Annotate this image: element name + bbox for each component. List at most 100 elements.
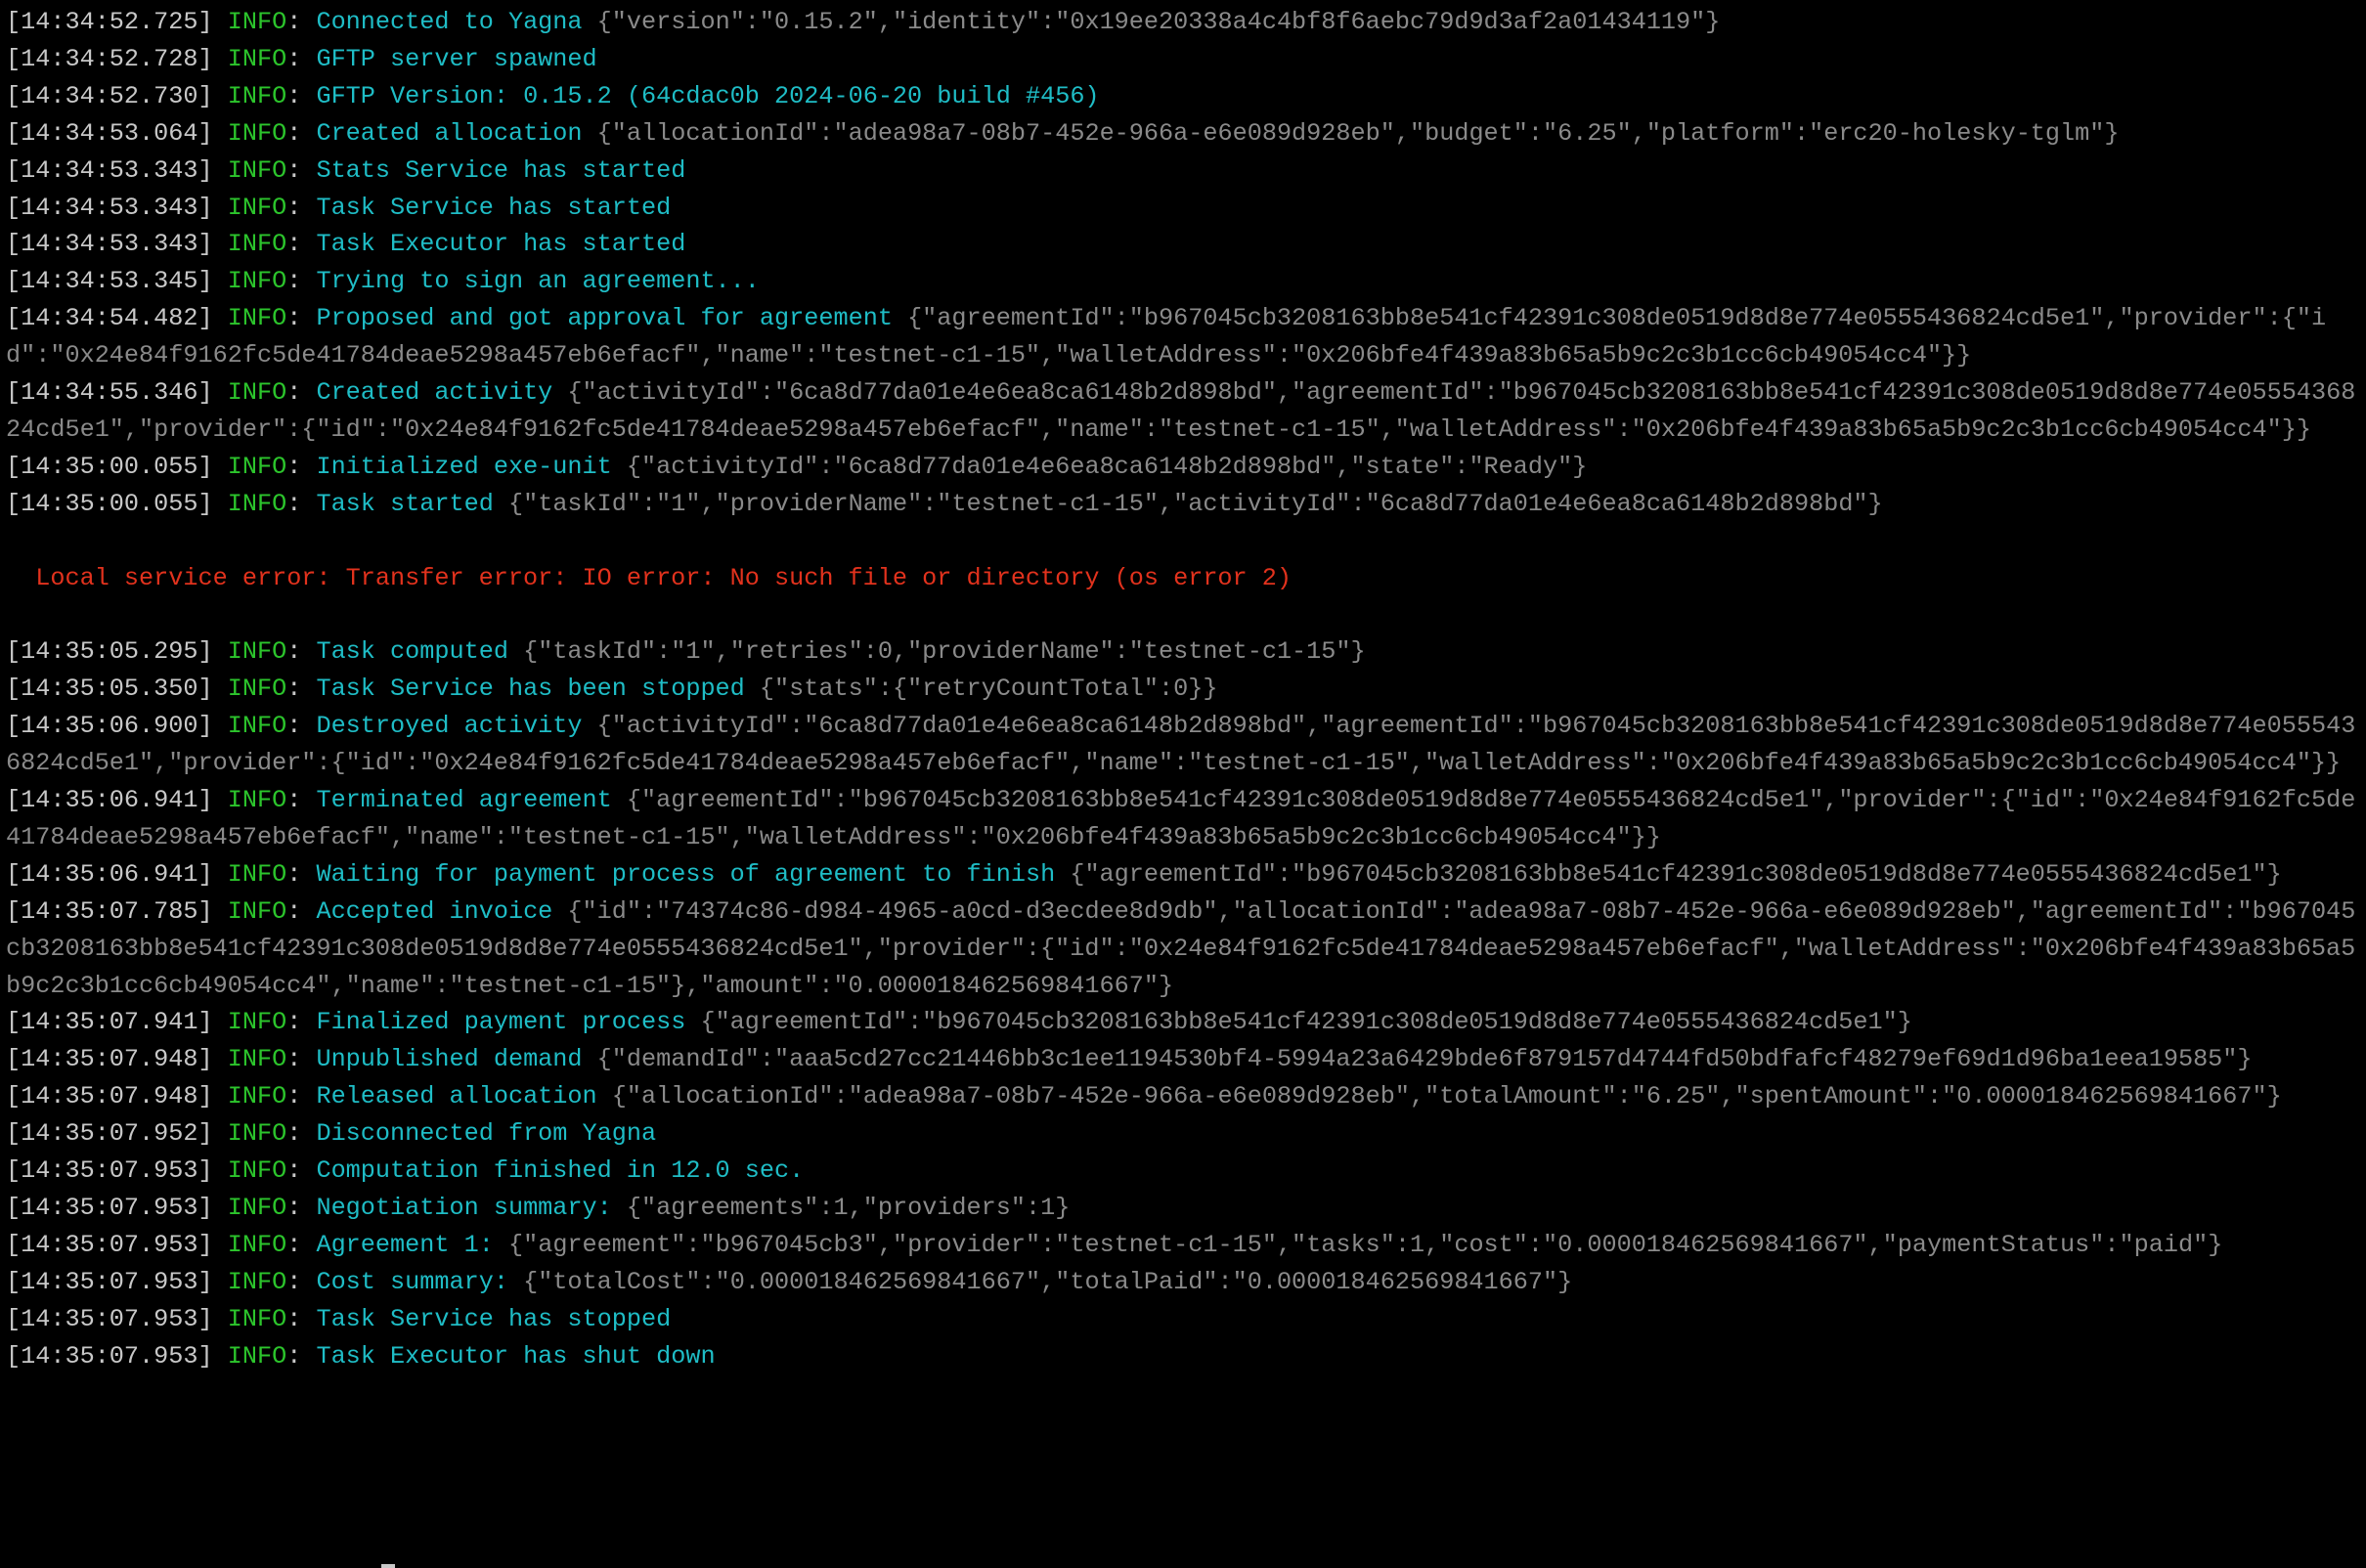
log-level: INFO xyxy=(227,489,287,518)
log-level: INFO xyxy=(227,1341,287,1371)
separator xyxy=(213,1156,228,1185)
separator xyxy=(213,1231,228,1259)
log-line: [14:34:53.343] INFO: Stats Service has s… xyxy=(6,152,2362,190)
log-json-payload: {"stats":{"retryCountTotal":0}} xyxy=(759,675,1218,704)
log-line: [14:35:07.953] INFO: Computation finishe… xyxy=(6,1153,2362,1190)
separator xyxy=(583,712,597,740)
log-line: [14:35:07.952] INFO: Disconnected from Y… xyxy=(6,1115,2362,1153)
separator xyxy=(213,8,228,36)
log-json-payload: {"agreement":"b967045cb3","provider":"te… xyxy=(507,1230,2223,1259)
log-line: [14:34:52.728] INFO: GFTP server spawned xyxy=(6,41,2362,78)
log-timestamp: [14:35:06.941] xyxy=(6,786,213,814)
log-timestamp: [14:35:06.941] xyxy=(6,859,213,889)
log-message: GFTP Version: 0.15.2 (64cdac0b 2024-06-2… xyxy=(316,81,1100,110)
log-timestamp: [14:34:53.343] xyxy=(6,230,213,259)
separator xyxy=(213,230,228,258)
log-line: [14:35:07.953] INFO: Task Executor has s… xyxy=(6,1338,2362,1375)
log-message: Unpublished demand xyxy=(316,1045,583,1074)
separator xyxy=(552,378,567,407)
log-level: INFO xyxy=(227,378,287,408)
separator: : xyxy=(286,859,317,889)
log-timestamp: [14:34:52.728] xyxy=(6,44,213,73)
log-timestamp: [14:34:53.064] xyxy=(6,118,213,148)
separator xyxy=(612,786,627,814)
separator xyxy=(893,304,907,332)
log-message: Task Executor has started xyxy=(316,230,686,259)
separator: : xyxy=(286,267,317,296)
log-message: Released allocation xyxy=(316,1082,597,1111)
log-message: Connected to Yagna xyxy=(316,8,583,36)
separator xyxy=(1055,860,1070,889)
log-timestamp: [14:35:05.295] xyxy=(6,637,213,667)
log-timestamp: [14:34:53.343] xyxy=(6,155,213,185)
log-line: [14:34:52.730] INFO: GFTP Version: 0.15.… xyxy=(6,78,2362,115)
log-message: Task Service has been stopped xyxy=(316,675,745,704)
separator: : xyxy=(286,712,317,741)
log-json-payload: {"taskId":"1","providerName":"testnet-c1… xyxy=(507,489,1883,518)
separator xyxy=(213,860,228,889)
log-message: Created activity xyxy=(316,378,553,408)
log-message: Task computed xyxy=(316,637,508,667)
separator xyxy=(213,194,228,222)
log-json-payload: {"activityId":"6ca8d77da01e4e6ea8ca6148b… xyxy=(626,452,1588,481)
separator xyxy=(213,786,228,814)
log-message: Agreement 1: xyxy=(316,1230,494,1259)
log-timestamp: [14:35:07.953] xyxy=(6,1193,213,1222)
separator: : xyxy=(286,8,317,36)
separator xyxy=(583,119,597,148)
log-message: Disconnected from Yagna xyxy=(316,1119,657,1149)
log-timestamp: [14:35:00.055] xyxy=(6,452,213,481)
separator: : xyxy=(286,44,317,73)
log-line: [14:34:55.346] INFO: Created activity {"… xyxy=(6,374,2362,449)
separator: : xyxy=(286,675,317,704)
log-message: GFTP server spawned xyxy=(316,44,597,73)
separator xyxy=(213,1119,228,1148)
log-timestamp: [14:35:07.953] xyxy=(6,1341,213,1371)
separator: : xyxy=(286,1008,317,1037)
terminal-output[interactable]: [14:34:52.725] INFO: Connected to Yagna … xyxy=(6,4,2362,1375)
log-line: [14:35:07.948] INFO: Released allocation… xyxy=(6,1078,2362,1115)
log-timestamp: [14:35:07.952] xyxy=(6,1119,213,1149)
separator xyxy=(213,45,228,73)
separator xyxy=(213,490,228,518)
log-level: INFO xyxy=(227,675,287,704)
log-level: INFO xyxy=(227,712,287,741)
log-level: INFO xyxy=(227,267,287,296)
log-timestamp: [14:35:07.948] xyxy=(6,1045,213,1074)
log-message: Computation finished in 12.0 sec. xyxy=(316,1156,805,1186)
log-json-payload: {"taskId":"1","retries":0,"providerName"… xyxy=(523,637,1366,667)
separator xyxy=(213,156,228,185)
log-timestamp: [14:35:07.785] xyxy=(6,896,213,926)
log-line: [14:34:53.064] INFO: Created allocation … xyxy=(6,115,2362,152)
log-line: [14:35:00.055] INFO: Task started {"task… xyxy=(6,486,2362,523)
log-json-payload: {"agreementId":"b967045cb3208163bb8e541c… xyxy=(1070,859,2282,889)
log-line: [14:35:07.953] INFO: Negotiation summary… xyxy=(6,1190,2362,1227)
separator: : xyxy=(286,230,317,259)
log-message: Finalized payment process xyxy=(316,1008,686,1037)
log-line: [14:34:54.482] INFO: Proposed and got ap… xyxy=(6,300,2362,374)
log-level: INFO xyxy=(227,1230,287,1259)
separator: : xyxy=(286,118,317,148)
separator xyxy=(213,637,228,666)
separator xyxy=(213,82,228,110)
log-message: Terminated agreement xyxy=(316,786,612,814)
log-line: [14:35:05.295] INFO: Task computed {"tas… xyxy=(6,633,2362,671)
log-json-payload: {"allocationId":"adea98a7-08b7-452e-966a… xyxy=(611,1082,2282,1111)
separator: : xyxy=(286,155,317,185)
log-message: Proposed and got approval for agreement xyxy=(316,304,893,333)
log-timestamp: [14:35:07.953] xyxy=(6,1156,213,1186)
log-message: Task Service has started xyxy=(316,193,672,222)
separator xyxy=(213,1008,228,1036)
log-json-payload: {"demandId":"aaa5cd27cc21446bb3c1ee11945… xyxy=(596,1045,2253,1074)
separator: : xyxy=(286,378,317,408)
log-timestamp: [14:35:07.953] xyxy=(6,1230,213,1259)
log-level: INFO xyxy=(227,1267,287,1296)
separator xyxy=(612,453,627,481)
terminal-cursor xyxy=(381,1564,395,1568)
log-json-payload: {"allocationId":"adea98a7-08b7-452e-966a… xyxy=(596,118,2120,148)
log-line: [14:35:06.941] INFO: Waiting for payment… xyxy=(6,856,2362,893)
log-timestamp: [14:34:54.482] xyxy=(6,304,213,333)
separator xyxy=(494,490,508,518)
log-level: INFO xyxy=(227,1193,287,1222)
